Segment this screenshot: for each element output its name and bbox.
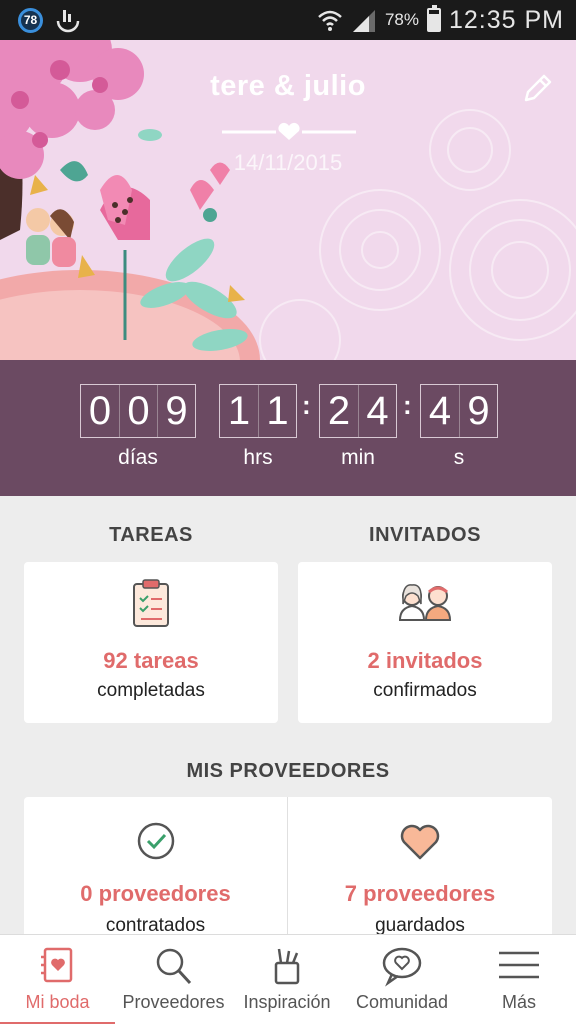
wedding-countdown: 0 0 9 días 1 1 hrs : 2 4 min : 4 9 s: [0, 360, 576, 496]
menu-icon: [499, 951, 539, 979]
battery-icon: [426, 5, 441, 32]
pencil-cup-icon: [274, 948, 300, 985]
nav-label: Proveedores: [122, 992, 225, 1012]
notification-badge: 78: [18, 8, 43, 33]
check-circle-icon: [137, 822, 174, 860]
tareas-card[interactable]: 92 tareas completadas: [24, 562, 278, 723]
countdown-digit: 9: [157, 385, 195, 437]
countdown-digit: 0: [119, 385, 157, 437]
bottom-navigation: Mi boda Proveedores Inspiración Comunida…: [0, 934, 576, 1024]
countdown-digit: 1: [227, 389, 251, 433]
nav-label: Inspiración: [243, 992, 331, 1012]
nav-comunidad[interactable]: Comunidad: [342, 935, 462, 1024]
clipboard-checklist-icon: [133, 579, 169, 627]
countdown-digit: 2: [327, 389, 351, 433]
countdown-digit: 4: [428, 389, 452, 433]
nav-proveedores[interactable]: Proveedores: [115, 935, 232, 1024]
guests-icon: [398, 584, 452, 621]
invitados-sub: confirmados: [373, 680, 477, 701]
days-label: días: [118, 446, 158, 469]
nav-label: Mi boda: [25, 992, 90, 1012]
countdown-seconds: 4 9 s: [420, 384, 498, 470]
status-bar: 78 78% 12:35 PM: [0, 0, 576, 40]
search-icon: [156, 948, 191, 985]
tareas-title: TAREAS: [109, 524, 193, 546]
chat-heart-icon: [382, 947, 422, 987]
tareas-sub: completadas: [97, 680, 205, 701]
contratados-count: 0 proveedores: [80, 881, 231, 906]
nav-inspiracion[interactable]: Inspiración: [232, 935, 342, 1024]
notebook-icon: [40, 947, 72, 983]
couple-names: tere & julio: [210, 70, 366, 102]
countdown-separator: :: [403, 390, 412, 420]
proveedores-contratados-card[interactable]: 0 proveedores contratados: [24, 797, 287, 957]
nav-mas[interactable]: Más: [462, 935, 576, 1024]
wedding-date: 14/11/2015: [233, 150, 343, 175]
wedding-header: tere & julio 14/11/2015: [0, 40, 576, 360]
nav-label: Comunidad: [355, 992, 449, 1012]
invitados-count: 2 invitados: [367, 648, 483, 673]
countdown-separator: :: [302, 390, 311, 420]
countdown-digit: 1: [258, 385, 296, 437]
signal-icon: [352, 10, 375, 32]
heart-divider-icon: [222, 122, 356, 140]
app-notification-icon: [56, 10, 80, 33]
countdown-digit: 9: [459, 385, 497, 437]
guardados-count: 7 proveedores: [344, 881, 496, 906]
minutes-label: min: [341, 446, 375, 469]
invitados-card[interactable]: 2 invitados confirmados: [298, 562, 552, 723]
proveedores-guardados-card[interactable]: 7 proveedores guardados: [288, 797, 552, 957]
tareas-count: 92 tareas: [103, 648, 199, 673]
seconds-label: s: [453, 446, 465, 469]
heart-icon: [400, 824, 440, 860]
nav-mi-boda[interactable]: Mi boda: [0, 935, 115, 1024]
countdown-days: 0 0 9 días: [80, 384, 196, 470]
invitados-title: INVITADOS: [369, 524, 481, 546]
countdown-digit: 4: [358, 385, 396, 437]
nav-label: Más: [501, 992, 536, 1012]
clock: 12:35 PM: [448, 5, 564, 34]
countdown-hours: 1 1 hrs: [219, 384, 297, 470]
countdown-digit: 0: [88, 389, 112, 433]
proveedores-title: MIS PROVEEDORES: [186, 760, 390, 782]
wifi-icon: [318, 10, 342, 31]
edit-pencil-icon[interactable]: [520, 72, 554, 106]
hours-label: hrs: [243, 446, 273, 469]
countdown-minutes: 2 4 min: [319, 384, 397, 470]
battery-percent: 78%: [384, 10, 419, 29]
